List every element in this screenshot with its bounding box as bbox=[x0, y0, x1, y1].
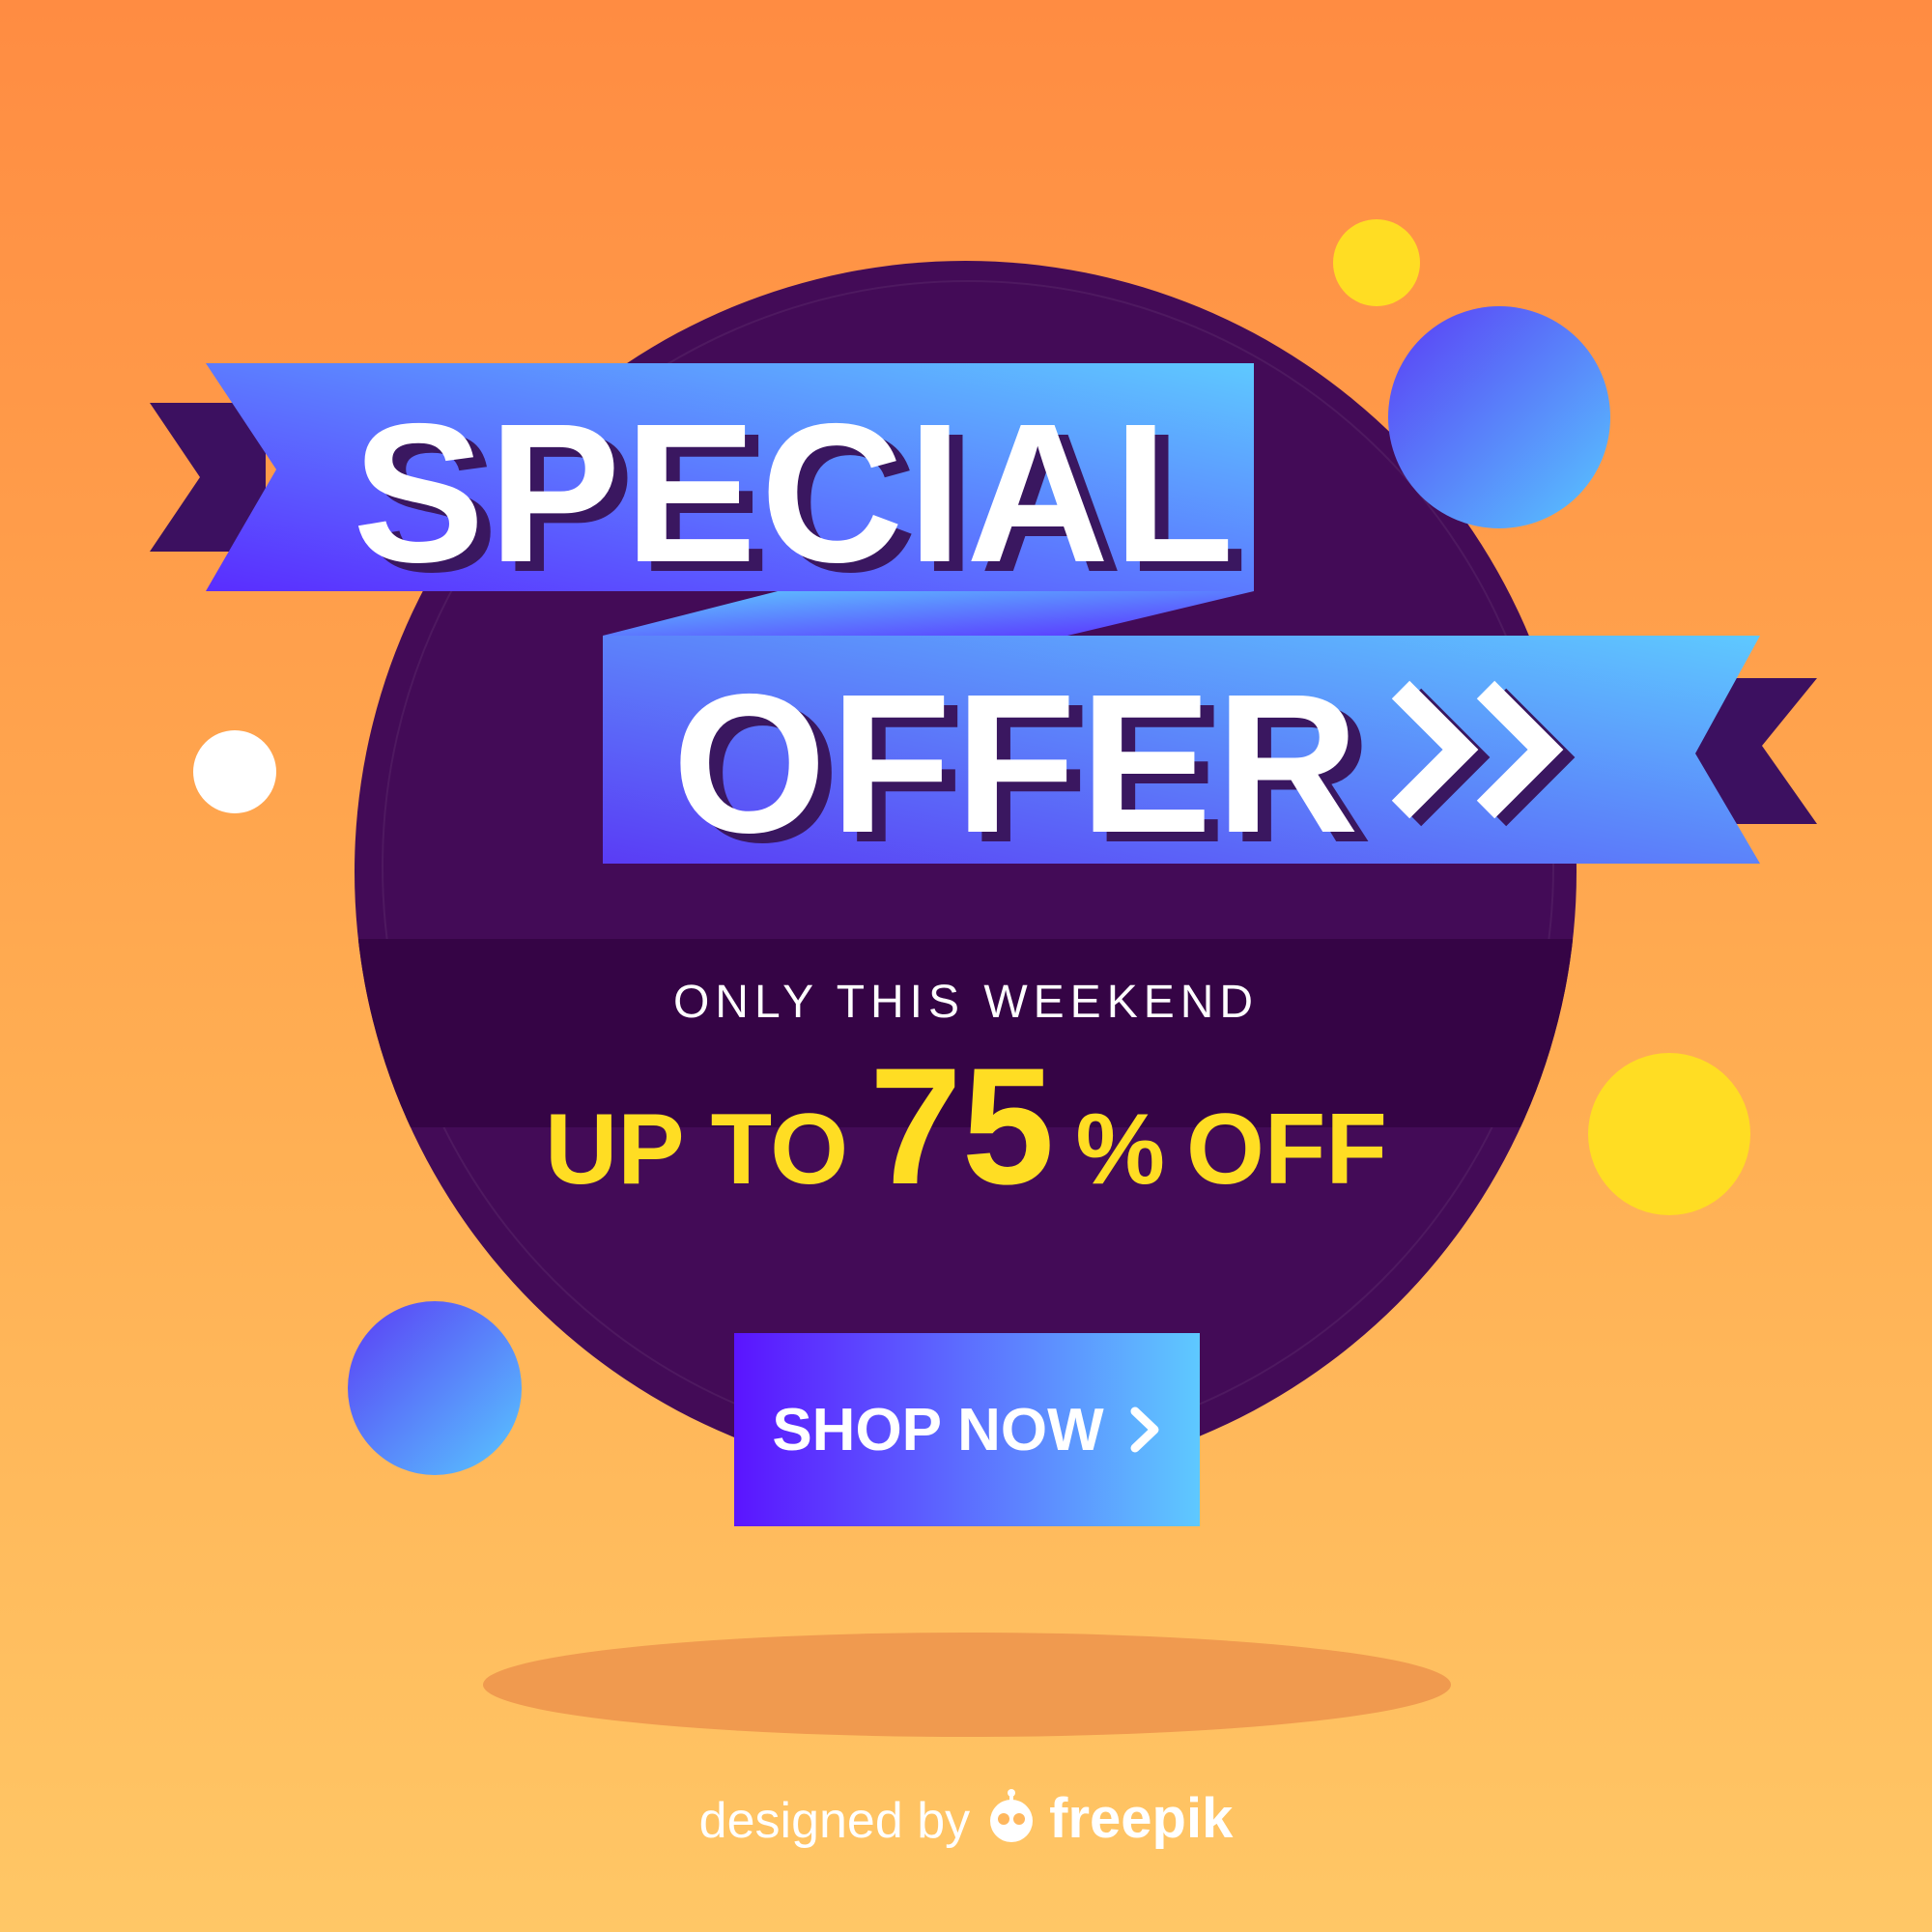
shop-now-label: SHOP NOW bbox=[772, 1396, 1104, 1463]
ribbon-shapes bbox=[150, 363, 1817, 864]
designer-credit: designed by freepik bbox=[0, 1789, 1932, 1847]
discount-line: UP TO 75% OFF bbox=[0, 1043, 1932, 1209]
credit-brand: freepik bbox=[1049, 1787, 1234, 1850]
subtitle-only-this-weekend: ONLY THIS WEEKEND bbox=[672, 977, 1260, 1028]
freepik-logo-icon bbox=[990, 1789, 1034, 1842]
discount-value: 75 bbox=[869, 1034, 1055, 1219]
title-line-offer: OFFER bbox=[672, 653, 1363, 874]
discount-prefix: UP TO bbox=[545, 1094, 849, 1206]
credit-prefix: designed by bbox=[698, 1793, 971, 1849]
title-line-special: SPECIAL bbox=[353, 383, 1238, 604]
discount-suffix: OFF bbox=[1185, 1094, 1387, 1206]
discount-percent: % bbox=[1075, 1094, 1165, 1206]
shop-now-button[interactable]: SHOP NOW bbox=[734, 1333, 1200, 1526]
chevron-right-icon bbox=[1130, 1406, 1159, 1453]
banner-canvas: SPECIAL OFFER ONLY THIS WEEKEND UP TO 75%… bbox=[0, 0, 1932, 1932]
